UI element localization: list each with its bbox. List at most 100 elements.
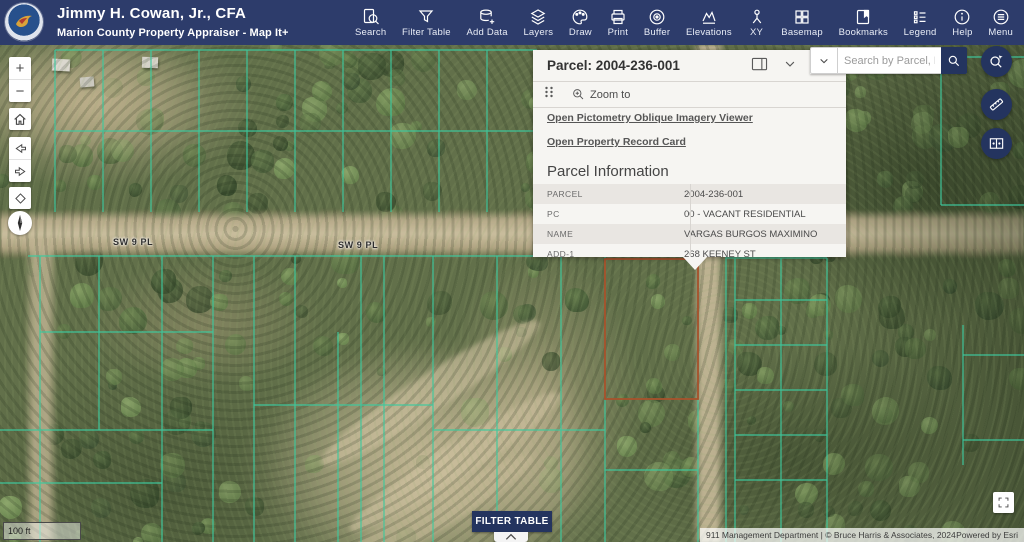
filter-icon: [417, 8, 435, 26]
table-column-divider: [690, 184, 691, 257]
property-record-card-link[interactable]: Open Property Record Card: [547, 136, 686, 148]
pictometry-link[interactable]: Open Pictometry Oblique Imagery Viewer: [547, 112, 753, 124]
seal-bird-icon: [12, 12, 36, 32]
zoom-to-icon: [572, 88, 585, 101]
toolbar-label: Buffer: [644, 27, 670, 38]
home-control: [9, 108, 31, 130]
house-roof: [52, 59, 71, 72]
search-submit-button[interactable]: [941, 47, 967, 74]
dock-popup-button[interactable]: [751, 57, 768, 77]
menu-icon: [992, 8, 1010, 26]
table-row-value: VARGAS BURGOS MAXIMINO: [676, 229, 846, 240]
draw-icon: [571, 8, 589, 26]
table-row-label: PARCEL: [533, 189, 676, 199]
toolbar-label: Layers: [523, 27, 553, 38]
toolbar-item-legend[interactable]: Legend: [901, 6, 940, 40]
basemap-icon: [793, 8, 811, 26]
extent-nav-controls: [9, 137, 31, 182]
toolbar-item-elevations[interactable]: Elevations: [683, 6, 735, 40]
compass-button[interactable]: [8, 211, 32, 235]
zoom-in-button[interactable]: +: [9, 57, 31, 79]
filter-table-tab[interactable]: FILTER TABLE: [472, 511, 552, 532]
aerial-imagery-layer: [0, 45, 1024, 542]
toolbar-item-draw[interactable]: Draw: [566, 6, 595, 40]
county-seal-logo: [5, 3, 43, 41]
toolbar-label: Print: [608, 27, 629, 38]
popup-actions-menu-button[interactable]: [542, 85, 556, 104]
toolbar-label: Elevations: [686, 27, 732, 38]
north-arrow-icon: [12, 214, 28, 232]
popup-title: Parcel: 2004-236-001: [547, 58, 680, 73]
map-canvas[interactable]: SW 9 PL SW 9 PL + −: [0, 45, 1024, 542]
search-input[interactable]: [838, 47, 941, 74]
help-icon: [953, 8, 971, 26]
app-subtitle: Marion County Property Appraiser - Map I…: [57, 27, 288, 41]
parcel-info-table: PARCEL 2004-236-001 PC 00 - VACANT RESID…: [533, 184, 846, 257]
toolbar-item-help[interactable]: Help: [949, 6, 975, 40]
table-row-label: PC: [533, 209, 676, 219]
chevron-up-icon: [504, 533, 518, 541]
toolbar-label: Legend: [904, 27, 937, 38]
select-extent-button[interactable]: [9, 187, 31, 209]
buffer-icon: [648, 8, 666, 26]
toolbar-item-bookmarks[interactable]: Bookmarks: [836, 6, 891, 40]
chevron-down-icon: [818, 55, 830, 67]
dots-grid-icon: [542, 85, 556, 99]
print-icon: [609, 8, 627, 26]
toolbar-item-buffer[interactable]: Buffer: [641, 6, 673, 40]
app-window: Jimmy H. Cowan, Jr., CFA Marion County P…: [0, 0, 1024, 542]
search-widget-button[interactable]: [981, 46, 1012, 77]
dock-icon: [751, 57, 768, 72]
toolbar-label: Help: [952, 27, 972, 38]
toolbar-item-basemap[interactable]: Basemap: [778, 6, 826, 40]
table-row-value: 2004-236-001: [676, 189, 846, 200]
select-control: [9, 187, 31, 209]
home-icon: [12, 111, 28, 127]
toolbar-label: Draw: [569, 27, 592, 38]
toolbar-label: Menu: [988, 27, 1013, 38]
toolbar-label: XY: [750, 27, 763, 38]
fullscreen-icon: [997, 496, 1010, 509]
toolbar-item-menu[interactable]: Menu: [985, 6, 1016, 40]
fullscreen-button[interactable]: [993, 492, 1014, 513]
measure-tool-button[interactable]: [981, 89, 1012, 120]
table-row-label: ADD-1: [533, 249, 676, 257]
map-attribution: 911 Management Department | © Bruce Harr…: [700, 528, 1024, 542]
parcel-information-heading: Parcel Information: [547, 163, 669, 180]
bookmarks-icon: [854, 8, 872, 26]
toolbar-item-search[interactable]: Search: [352, 6, 389, 40]
add-data-icon: [478, 8, 496, 26]
header-titles: Jimmy H. Cowan, Jr., CFA Marion County P…: [57, 5, 288, 41]
popup-actions-row: Zoom to: [533, 82, 846, 108]
scale-bar: 100 ft: [3, 522, 81, 540]
search-icon: [362, 8, 380, 26]
collapse-popup-button[interactable]: [783, 57, 797, 76]
legend-icon: [911, 8, 929, 26]
home-button[interactable]: [9, 108, 31, 130]
toolbar-item-layers[interactable]: Layers: [520, 6, 556, 40]
attribution-text: 911 Management Department | © Bruce Harr…: [706, 530, 956, 540]
toolbar-label: Bookmarks: [839, 27, 888, 38]
toolbar-label: Filter Table: [402, 27, 451, 38]
toolbar-item-xy[interactable]: XY: [745, 6, 769, 40]
search-icon: [947, 54, 961, 68]
popup-pointer: [683, 257, 707, 270]
next-extent-button[interactable]: [9, 159, 31, 182]
filter-table-expand-button[interactable]: [494, 532, 528, 542]
search-category-dropdown[interactable]: [810, 47, 838, 74]
zoom-to-button[interactable]: Zoom to: [572, 88, 630, 101]
toolbar-item-add-data[interactable]: Add Data: [463, 6, 510, 40]
zoom-controls: + −: [9, 57, 31, 102]
house-roof: [142, 57, 158, 69]
zoom-out-button[interactable]: −: [9, 79, 31, 102]
main-toolbar: Search Filter Table Add Data Layers Draw…: [352, 0, 1016, 45]
arrow-right-icon: [13, 164, 28, 179]
table-row-value: 268 KEENEY ST: [676, 249, 846, 258]
previous-extent-button[interactable]: [9, 137, 31, 159]
house-roof: [80, 76, 95, 87]
chevron-down-icon: [783, 57, 797, 71]
swipe-tool-button[interactable]: [981, 128, 1012, 159]
toolbar-item-filter-table[interactable]: Filter Table: [399, 6, 454, 40]
toolbar-item-print[interactable]: Print: [605, 6, 632, 40]
layers-icon: [529, 8, 547, 26]
